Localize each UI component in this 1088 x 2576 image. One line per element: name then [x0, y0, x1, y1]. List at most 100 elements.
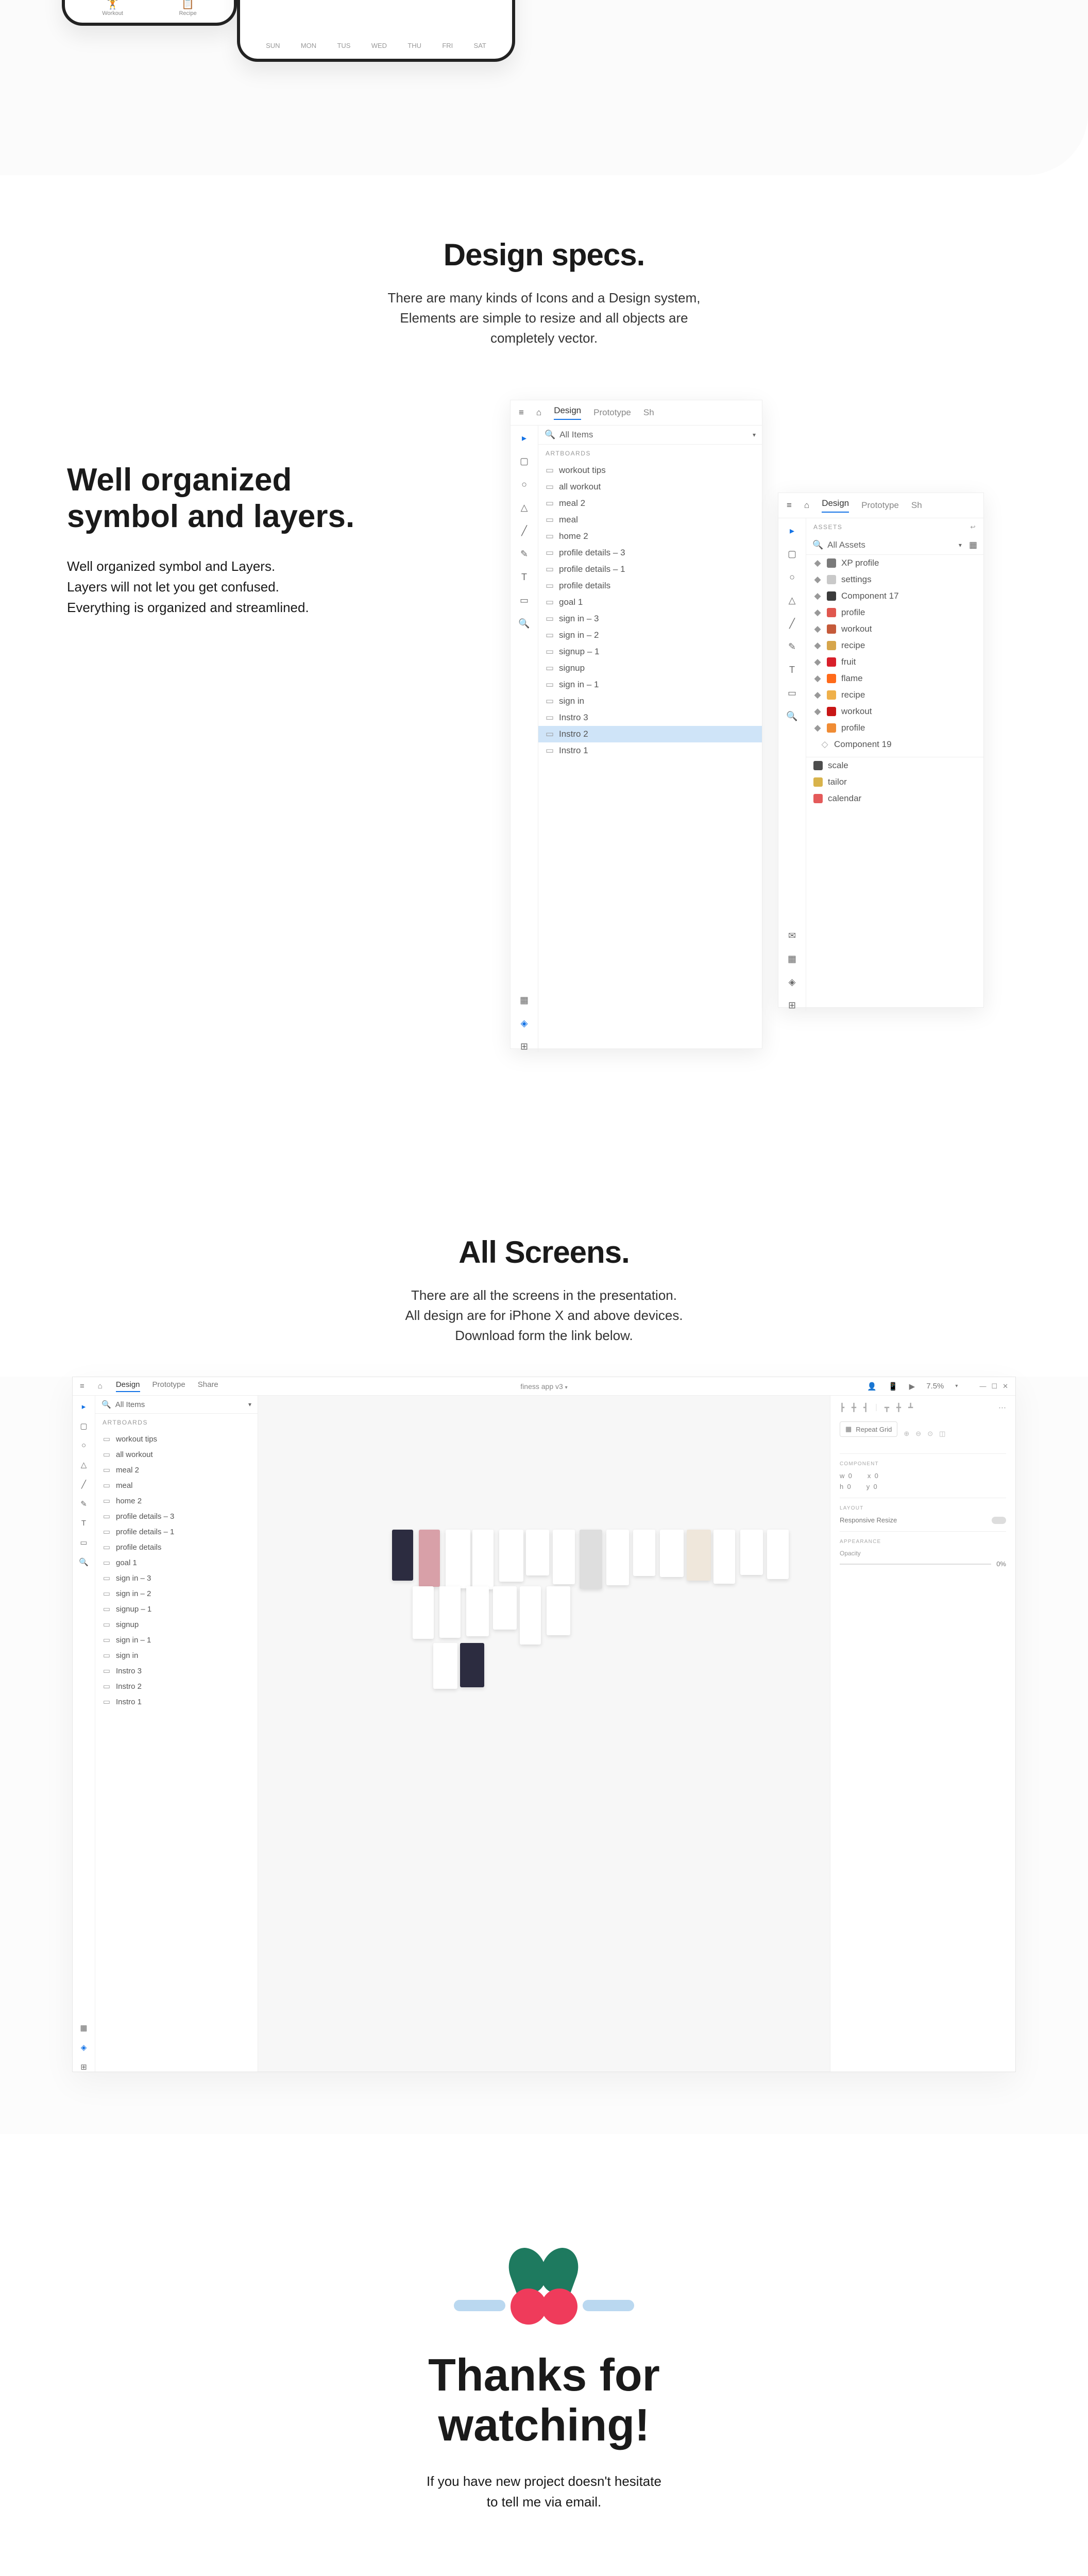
artboard-thumb[interactable] [580, 1530, 602, 1589]
ellipse-icon[interactable]: ○ [789, 572, 795, 583]
play-icon[interactable]: ▶ [909, 1382, 915, 1391]
list-item[interactable]: ▭signup – 1 [538, 643, 762, 660]
tab-prototype[interactable]: Prototype [861, 500, 899, 511]
responsive-toggle[interactable] [992, 1517, 1006, 1524]
artboard-thumb[interactable] [493, 1586, 517, 1630]
maximize-icon[interactable]: ☐ [991, 1382, 997, 1391]
canvas[interactable] [258, 1396, 830, 2072]
layers-icon[interactable]: ◈ [521, 1018, 528, 1029]
artboard-thumb[interactable] [439, 1586, 461, 1638]
text-icon[interactable]: T [81, 1519, 86, 1528]
mail-icon[interactable]: ✉ [788, 930, 796, 941]
list-item[interactable]: calendar [806, 790, 983, 807]
list-item[interactable]: ▭profile details [538, 578, 762, 594]
artboard-thumb[interactable] [547, 1586, 570, 1635]
zoom-icon[interactable]: 🔍 [518, 618, 530, 629]
home-icon[interactable]: ⌂ [98, 1382, 103, 1391]
repeat-grid-button[interactable]: ▦ Repeat Grid [840, 1421, 897, 1437]
tab-design[interactable]: Design [822, 498, 849, 513]
list-item[interactable]: ▭all workout [95, 1447, 258, 1462]
line-icon[interactable]: ╱ [789, 618, 795, 629]
device-icon[interactable]: 📱 [888, 1382, 898, 1391]
list-item[interactable]: ▭workout tips [538, 462, 762, 479]
list-item[interactable]: ▭home 2 [538, 528, 762, 545]
list-item[interactable]: ◆Component 17 [806, 588, 983, 604]
plugins-icon[interactable]: ⊞ [520, 1041, 528, 1052]
list-item[interactable]: ▭sign in [95, 1648, 258, 1663]
list-item[interactable]: tailor [806, 774, 983, 790]
search-row[interactable]: 🔍 All Items ▾ [95, 1396, 258, 1414]
list-item[interactable]: ▭workout tips [95, 1431, 258, 1447]
list-item[interactable]: ▭meal 2 [95, 1462, 258, 1478]
menu-icon[interactable]: ≡ [787, 500, 792, 511]
list-item[interactable]: ◆profile [806, 720, 983, 736]
grid-icon[interactable]: ▦ [969, 540, 977, 550]
artboard-icon[interactable]: ▭ [520, 595, 529, 606]
list-item[interactable]: ▭meal 2 [538, 495, 762, 512]
list-item[interactable]: ▭Instro 2 [95, 1679, 258, 1694]
tool-icon[interactable]: ⊕ [904, 1430, 909, 1438]
home-icon[interactable]: ⌂ [536, 408, 541, 418]
text-icon[interactable]: T [789, 665, 795, 675]
assets-icon[interactable]: ▦ [788, 954, 796, 964]
back-icon[interactable]: ↩ [970, 523, 976, 531]
list-item[interactable]: ▭Instro 1 [538, 742, 762, 759]
artboard-thumb[interactable] [466, 1586, 489, 1636]
tool-icon[interactable]: ◫ [939, 1430, 945, 1438]
artboard-thumb[interactable] [713, 1530, 735, 1584]
tab-share[interactable]: Sh [643, 408, 654, 418]
tab-design[interactable]: Design [554, 405, 581, 420]
minimize-icon[interactable]: — [979, 1382, 986, 1391]
list-item[interactable]: ▭sign in – 1 [95, 1632, 258, 1648]
list-item[interactable]: ▭Instro 3 [538, 709, 762, 726]
pen-icon[interactable]: ✎ [80, 1499, 87, 1509]
list-item[interactable]: ▭profile details – 3 [538, 545, 762, 561]
menu-icon[interactable]: ≡ [519, 408, 524, 418]
list-item[interactable]: ▭goal 1 [538, 594, 762, 611]
artboard-thumb[interactable] [660, 1530, 684, 1577]
list-item[interactable]: scale [806, 757, 983, 774]
polygon-icon[interactable]: △ [521, 502, 528, 513]
list-item[interactable]: ▭home 2 [95, 1493, 258, 1509]
close-icon[interactable]: ✕ [1002, 1382, 1008, 1391]
rect-icon[interactable]: ▢ [520, 456, 529, 467]
list-item[interactable]: ▭profile details – 1 [538, 561, 762, 578]
artboard-thumb[interactable] [446, 1530, 470, 1588]
layers-icon[interactable]: ◈ [81, 2043, 87, 2052]
rect-icon[interactable]: ▢ [80, 1421, 87, 1431]
list-item[interactable]: ◆XP profile [806, 555, 983, 571]
ellipse-icon[interactable]: ○ [521, 479, 527, 490]
list-item[interactable]: ◆profile [806, 604, 983, 621]
list-item[interactable]: ▭profile details [95, 1539, 258, 1555]
pen-icon[interactable]: ✎ [520, 549, 528, 560]
tool-icon[interactable]: ⊖ [915, 1430, 921, 1438]
artboard-thumb[interactable] [460, 1643, 484, 1687]
list-item[interactable]: ◆workout [806, 621, 983, 637]
align-tools[interactable]: ┣╋┫| ┳╋┻ ⋯ [840, 1403, 1006, 1412]
list-item[interactable]: ◆settings [806, 571, 983, 588]
ellipse-icon[interactable]: ○ [81, 1441, 86, 1450]
home-icon[interactable]: ⌂ [804, 500, 809, 511]
text-icon[interactable]: T [521, 572, 527, 583]
list-item[interactable]: ▭Instro 1 [95, 1694, 258, 1709]
list-item[interactable]: ◆fruit [806, 654, 983, 670]
list-item[interactable]: ▭Instro 2 [538, 726, 762, 742]
pointer-icon[interactable]: ▸ [522, 433, 526, 444]
artboard-thumb[interactable] [413, 1586, 434, 1639]
polygon-icon[interactable]: △ [789, 595, 796, 606]
artboard-icon[interactable]: ▭ [80, 1538, 87, 1547]
rect-icon[interactable]: ▢ [788, 549, 796, 560]
list-item[interactable]: ▭goal 1 [95, 1555, 258, 1570]
assets-icon[interactable]: ▦ [520, 995, 529, 1006]
menu-icon[interactable]: ≡ [80, 1382, 84, 1391]
artboard-thumb[interactable] [553, 1530, 575, 1584]
list-item[interactable]: ▭profile details – 3 [95, 1509, 258, 1524]
zoom-level[interactable]: 7.5% [926, 1382, 944, 1391]
list-item[interactable]: ▭sign in – 2 [95, 1586, 258, 1601]
list-item[interactable]: ◆workout [806, 703, 983, 720]
artboard-thumb[interactable] [633, 1530, 655, 1576]
search-row[interactable]: 🔍 All Items ▾ [538, 426, 762, 445]
search-row[interactable]: 🔍 All Assets ▾ ▦ [806, 536, 983, 555]
polygon-icon[interactable]: △ [81, 1460, 87, 1469]
plugins-icon[interactable]: ⊞ [788, 1000, 796, 1011]
